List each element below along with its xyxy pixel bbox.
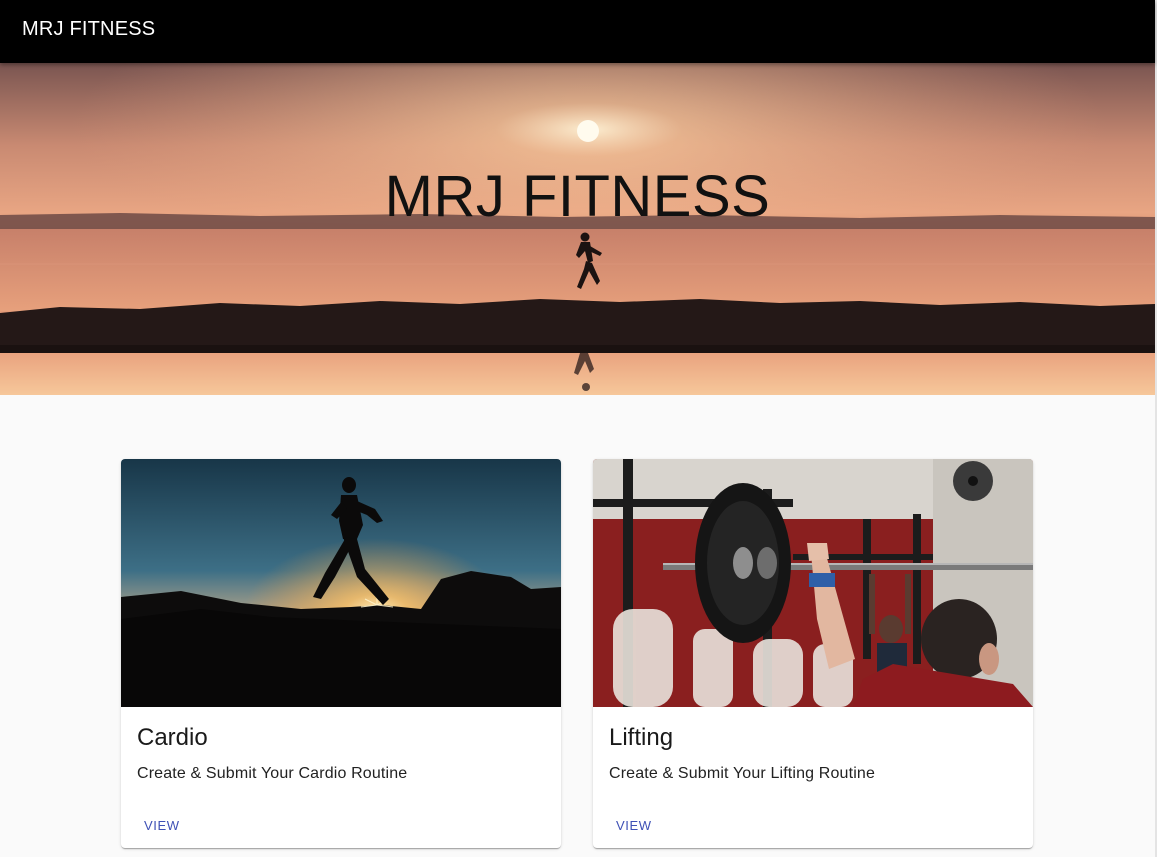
hero-banner: MRJ FITNESS [0,63,1155,395]
cardio-card-description: Create & Submit Your Cardio Routine [137,765,408,782]
lifting-card: Lifting Create & Submit Your Lifting Rou… [593,459,1033,848]
lifting-card-description: Create & Submit Your Lifting Routine [609,765,876,782]
page: MRJ FITNESS MRJ FITNESS Cardio Create & … [0,0,1157,857]
cardio-card: Cardio Create & Submit Your Cardio Routi… [121,459,561,848]
app-bar: MRJ FITNESS [0,0,1155,63]
cardio-view-button[interactable]: VIEW [135,812,189,839]
cardio-card-image [121,459,561,707]
cardio-card-title: Cardio [137,724,208,751]
lifting-card-title: Lifting [609,724,674,751]
lifting-card-image [593,459,1033,707]
app-title: MRJ FITNESS [22,18,156,40]
hero-title: MRJ FITNESS [384,164,771,229]
lifting-view-button[interactable]: VIEW [607,812,661,839]
